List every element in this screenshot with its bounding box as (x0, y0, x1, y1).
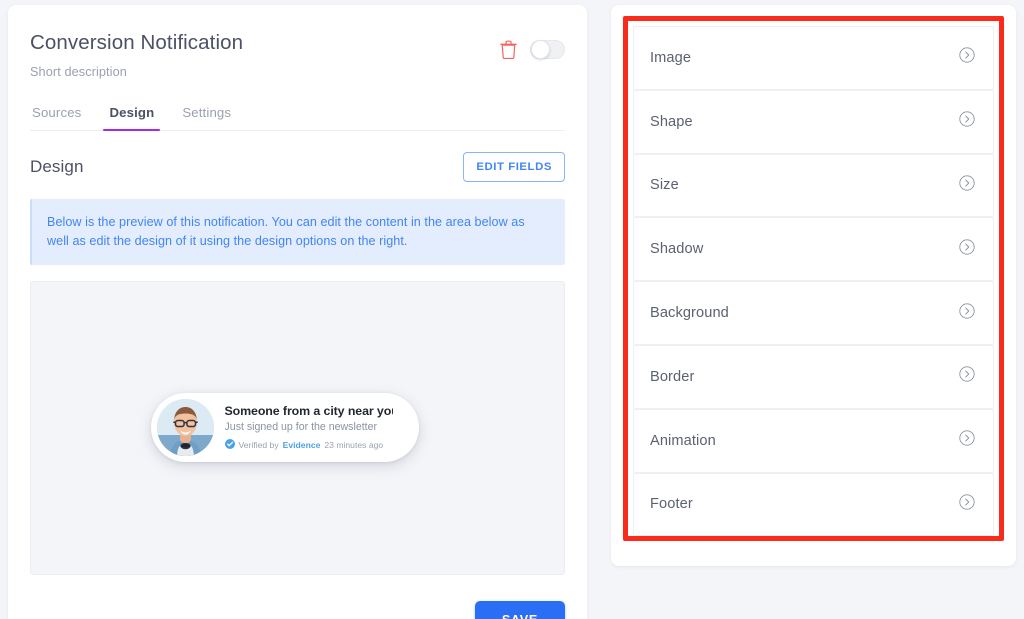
option-item-background[interactable]: Background (633, 281, 994, 345)
verified-brand: Evidence (282, 440, 321, 451)
option-label: Border (650, 368, 695, 385)
option-label: Animation (650, 432, 716, 449)
option-item-shape[interactable]: Shape (633, 89, 994, 154)
editor-tabs: Sources Design Settings (30, 105, 565, 132)
notification-editor-card: Conversion Notification Short descriptio… (8, 5, 587, 619)
option-label: Footer (650, 496, 693, 513)
tab-settings[interactable]: Settings (180, 105, 233, 130)
page-subtitle: Short description (30, 64, 127, 79)
save-button[interactable]: SAVE (474, 600, 565, 619)
verified-time: 23 minutes ago (324, 440, 384, 451)
save-row: SAVE (30, 600, 565, 619)
verified-check-icon (224, 439, 235, 451)
option-item-footer[interactable]: Footer (633, 472, 994, 537)
info-banner: Below is the preview of this notificatio… (30, 198, 565, 265)
editor-header: Conversion Notification Short descriptio… (30, 31, 565, 79)
chevron-right-circle-icon[interactable] (959, 111, 975, 132)
option-item-border[interactable]: Border (633, 344, 994, 409)
option-label: Shape (650, 113, 693, 130)
design-options-card: Image Shape Size Shadow Background Borde… (611, 5, 1016, 566)
chevron-right-circle-icon[interactable] (959, 175, 975, 196)
editor-header-text: Conversion Notification Short descriptio… (30, 31, 243, 79)
option-item-image[interactable]: Image (633, 26, 994, 90)
design-options-list: Image Shape Size Shadow Background Borde… (633, 26, 994, 537)
user-avatar-photo (156, 399, 214, 457)
chevron-right-circle-icon[interactable] (959, 47, 975, 68)
notification-footer: Verified by Evidence 23 minutes ago (224, 439, 393, 451)
page-title: Conversion Notification (30, 31, 244, 54)
option-label: Size (650, 177, 679, 194)
chevron-right-circle-icon[interactable] (959, 430, 975, 451)
header-actions (500, 31, 565, 60)
toggle-knob (531, 40, 550, 59)
notification-title: Someone from a city near you. (224, 404, 393, 419)
option-item-size[interactable]: Size (633, 153, 994, 218)
option-label: Shadow (650, 241, 704, 258)
chevron-right-circle-icon[interactable] (959, 239, 975, 260)
notification-preview-card[interactable]: Someone from a city near you. Just signe… (150, 393, 419, 463)
trash-icon[interactable] (500, 40, 517, 60)
chevron-right-circle-icon[interactable] (959, 302, 975, 324)
verified-prefix: Verified by (238, 440, 279, 451)
option-label: Background (650, 305, 729, 322)
option-item-shadow[interactable]: Shadow (633, 217, 994, 282)
section-title: Design (30, 156, 84, 176)
option-label: Image (650, 49, 692, 66)
tab-design[interactable]: Design (103, 105, 161, 132)
chevron-right-circle-icon[interactable] (959, 494, 975, 515)
editor-card-body: Conversion Notification Short descriptio… (8, 5, 587, 619)
design-section-header: Design EDIT FIELDS (30, 151, 565, 182)
enable-notification-toggle[interactable] (530, 40, 565, 59)
edit-fields-button[interactable]: EDIT FIELDS (463, 151, 565, 182)
notification-preview-area[interactable]: Someone from a city near you. Just signe… (30, 280, 565, 575)
notification-text: Someone from a city near you. Just signe… (224, 404, 393, 451)
app-page: Conversion Notification Short descriptio… (0, 0, 1024, 619)
notification-subtitle: Just signed up for the newsletter (224, 421, 378, 434)
option-item-animation[interactable]: Animation (633, 408, 994, 473)
chevron-right-circle-icon[interactable] (959, 366, 975, 387)
tab-sources[interactable]: Sources (30, 105, 83, 130)
